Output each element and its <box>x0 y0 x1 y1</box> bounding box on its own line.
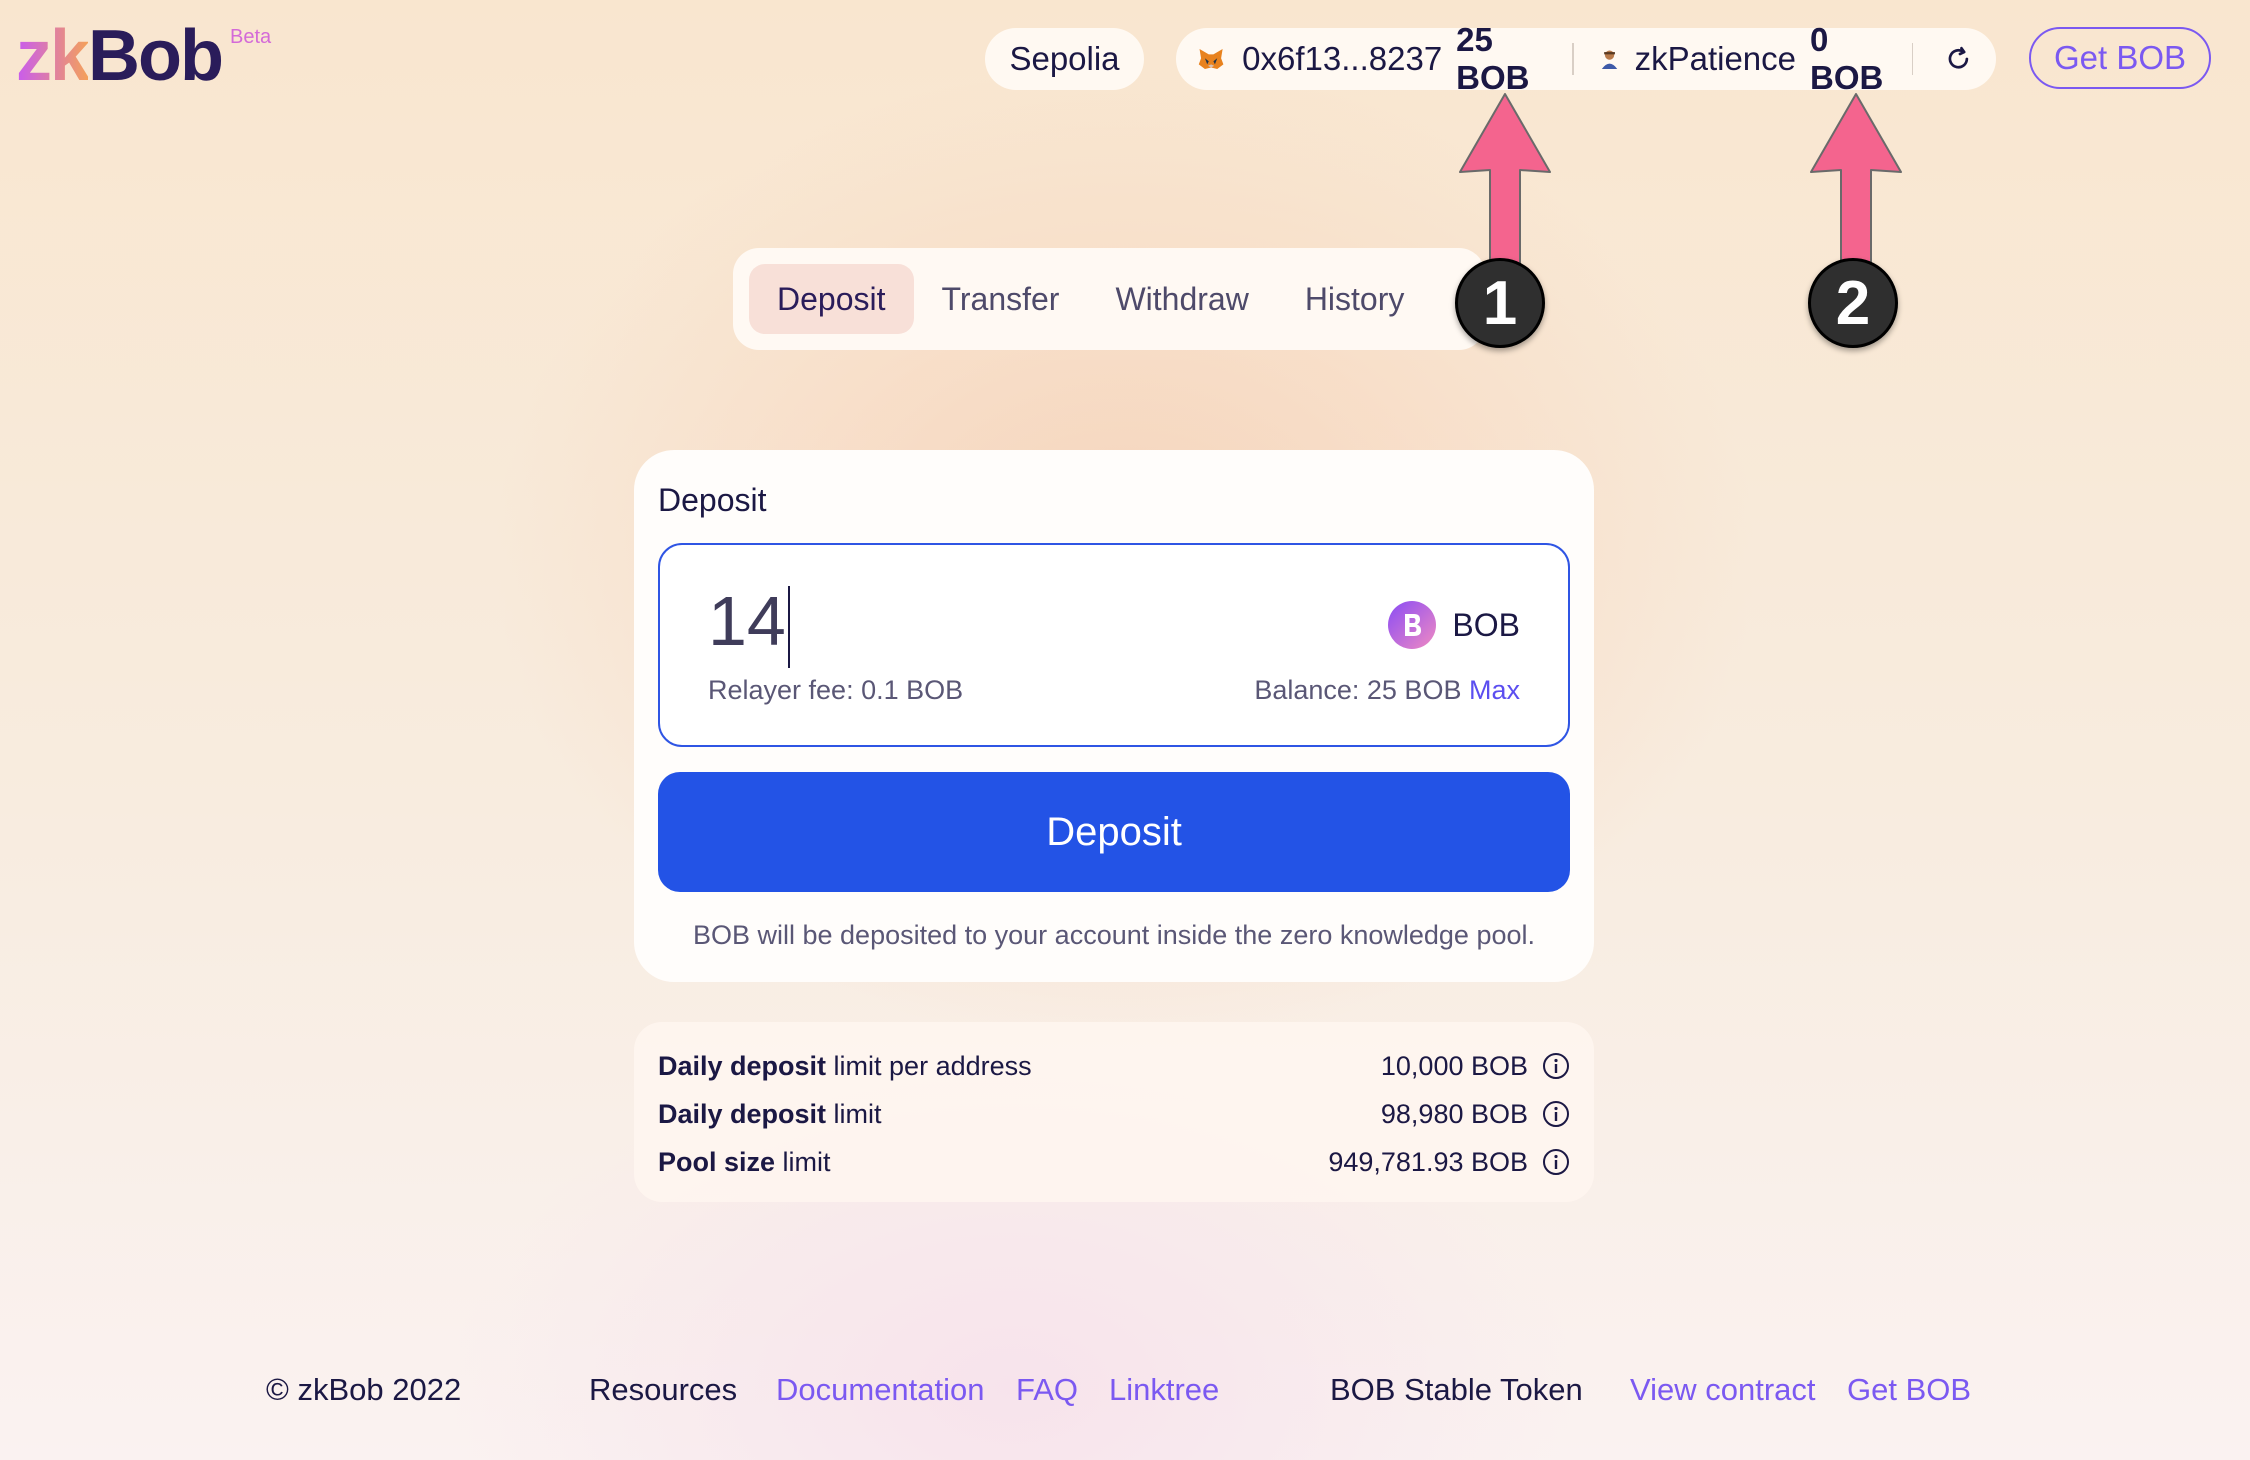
annotation-arrow-1 <box>1459 93 1551 267</box>
limits-panel: Daily deposit limit per address 10,000 B… <box>634 1022 1594 1202</box>
deposit-button[interactable]: Deposit <box>658 772 1570 892</box>
limit-value: 98,980 BOB <box>1381 1099 1570 1130</box>
divider <box>1911 43 1914 75</box>
footer-resources-heading: Resources <box>589 1372 738 1407</box>
deposit-amount-field[interactable]: 14 BOB Relayer fee: 0.1 BOB Balance: 25 … <box>658 543 1570 747</box>
metamask-fox-icon <box>1198 48 1224 70</box>
limit-row: Daily deposit limit 98,980 BOB <box>658 1090 1570 1138</box>
limit-label: Daily deposit limit per address <box>658 1050 1032 1081</box>
deposit-button-label: Deposit <box>1046 809 1182 854</box>
limit-value: 10,000 BOB <box>1381 1051 1570 1082</box>
info-icon[interactable] <box>1542 1052 1570 1080</box>
deposit-card-title: Deposit <box>658 482 767 518</box>
tab-history-label: History <box>1304 280 1405 317</box>
zkbob-logo[interactable]: zkBob Beta <box>16 20 271 92</box>
balance-text: Balance: 25 BOB <box>1254 675 1462 705</box>
deposit-amount-input[interactable]: 14 <box>708 581 790 668</box>
tab-transfer-label: Transfer <box>941 280 1060 317</box>
footer-view-contract-link[interactable]: View contract <box>1630 1372 1816 1408</box>
limit-row: Pool size limit 949,781.93 BOB <box>658 1138 1570 1186</box>
get-bob-button[interactable]: Get BOB <box>2029 27 2211 89</box>
limit-value: 949,781.93 BOB <box>1328 1147 1570 1178</box>
text-caret <box>787 585 790 668</box>
relayer-fee: Relayer fee: 0.1 BOB <box>708 675 964 705</box>
limit-label: Daily deposit limit <box>658 1098 882 1129</box>
deposit-note: BOB will be deposited to your account in… <box>692 920 1535 950</box>
max-button[interactable]: Max <box>1469 675 1520 705</box>
footer-faq-link[interactable]: FAQ <box>1016 1372 1078 1408</box>
deposit-card: Deposit 14 BOB Relayer fee: 0.1 BOB Bala… <box>634 450 1594 982</box>
balance-info: Balance: 25 BOB Max <box>1254 675 1520 706</box>
logo-zk: zk <box>16 16 90 96</box>
beta-label: Beta <box>230 26 272 48</box>
tab-transfer[interactable]: Transfer <box>914 264 1088 334</box>
bob-token-icon <box>1388 601 1437 649</box>
wallet-address[interactable]: 0x6f13...8237 <box>1242 40 1442 78</box>
tab-withdraw[interactable]: Withdraw <box>1087 264 1276 334</box>
refresh-icon[interactable] <box>1943 39 1974 79</box>
logo-bob: Bob <box>88 16 224 96</box>
tab-deposit-label: Deposit <box>777 280 886 317</box>
tab-deposit[interactable]: Deposit <box>749 264 914 334</box>
network-label: Sepolia <box>1009 40 1120 77</box>
wallet-balance: 25 BOB <box>1456 21 1530 96</box>
token-indicator: BOB <box>1388 601 1520 649</box>
wallet-status: 0x6f13...8237 25 BOB zkPatience 0 BOB <box>1176 21 1996 96</box>
annotation-badge-2: 2 <box>1808 258 1898 348</box>
divider <box>1571 43 1574 75</box>
main-tabs: Deposit Transfer Withdraw History <box>733 248 1485 350</box>
zk-account-name[interactable]: zkPatience <box>1635 40 1796 78</box>
network-selector[interactable]: Sepolia <box>985 28 1144 90</box>
limit-label: Pool size limit <box>658 1146 831 1177</box>
zk-account-avatar-icon <box>1601 50 1617 70</box>
get-bob-label: Get BOB <box>2053 39 2187 76</box>
limit-row: Daily deposit limit per address 10,000 B… <box>658 1042 1570 1090</box>
footer-linktree-link[interactable]: Linktree <box>1109 1372 1219 1408</box>
token-symbol: BOB <box>1452 606 1520 643</box>
tab-withdraw-label: Withdraw <box>1115 280 1249 317</box>
zk-account-balance: 0 BOB <box>1810 21 1884 96</box>
footer-stable-token-heading: BOB Stable Token <box>1330 1372 1583 1407</box>
tab-history[interactable]: History <box>1277 264 1433 334</box>
footer-get-bob-link[interactable]: Get BOB <box>1847 1372 1971 1408</box>
info-icon[interactable] <box>1542 1148 1570 1176</box>
footer-copyright: © zkBob 2022 <box>266 1372 462 1407</box>
footer-documentation-link[interactable]: Documentation <box>776 1372 985 1408</box>
annotation-badge-1: 1 <box>1455 258 1545 348</box>
info-icon[interactable] <box>1542 1100 1570 1128</box>
annotation-arrow-2 <box>1810 93 1902 267</box>
